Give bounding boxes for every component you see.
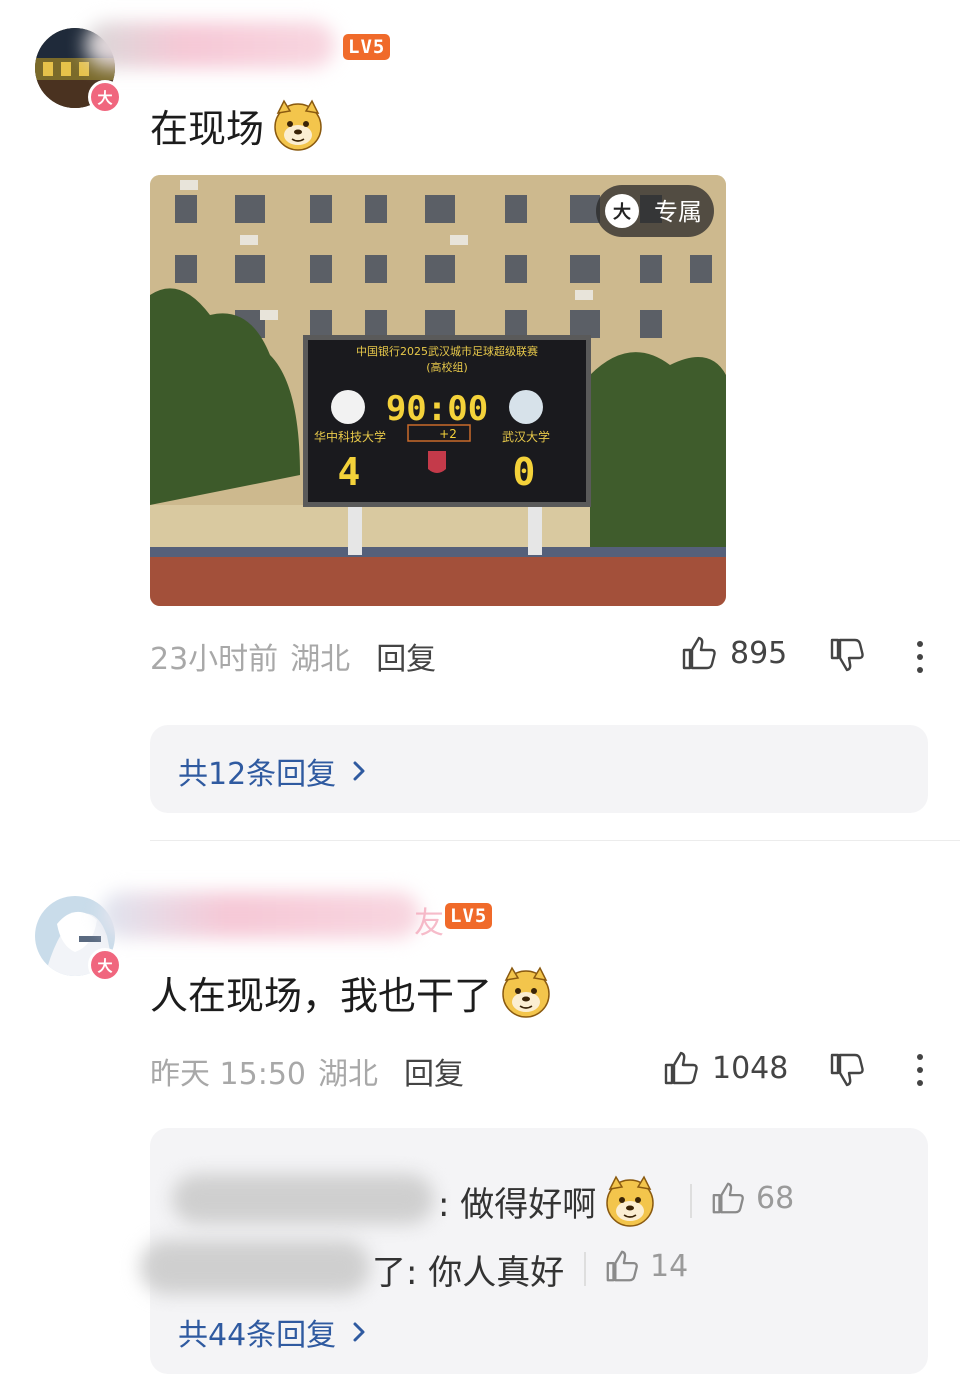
comment-image[interactable]: 中国银行2025武汉城市足球超级联赛 (高校组) 90:00 +2 华中科技大学… bbox=[150, 175, 726, 606]
thumbs-up-icon bbox=[712, 1182, 744, 1214]
comment-location: 湖北 bbox=[290, 642, 351, 677]
thumbs-up-icon bbox=[682, 636, 716, 670]
like-button[interactable]: 895 bbox=[680, 634, 787, 672]
view-replies-link[interactable]: 共44条回复 bbox=[178, 1310, 370, 1354]
sub-reply[interactable]: : 做得好啊 bbox=[438, 1175, 656, 1227]
more-options-icon[interactable] bbox=[914, 1053, 926, 1091]
sub-reply-text: 了: 你人真好 bbox=[372, 1252, 565, 1293]
sub-reply-like-count: 68 bbox=[756, 1180, 795, 1216]
doge-emoji-icon bbox=[606, 1175, 655, 1227]
home-team-logo-icon bbox=[331, 390, 365, 424]
username-blurred[interactable] bbox=[100, 892, 420, 938]
sub-reply-username-blurred[interactable] bbox=[140, 1240, 370, 1294]
like-button[interactable]: 1048 bbox=[662, 1049, 788, 1087]
league-logo-icon bbox=[428, 451, 446, 473]
away-team-logo-icon bbox=[509, 390, 543, 424]
sub-reply-like-button[interactable]: 68 bbox=[710, 1180, 794, 1216]
chevron-right-icon bbox=[353, 761, 365, 781]
level-badge: LV5 bbox=[343, 34, 391, 60]
username-fragment: 友 bbox=[414, 906, 444, 941]
like-count: 895 bbox=[730, 635, 788, 671]
scoreboard-title: 中国银行2025武汉城市足球超级联赛 bbox=[356, 344, 538, 358]
sub-reply[interactable]: 了: 你人真好 bbox=[372, 1244, 564, 1294]
match-clock: 90:00 bbox=[386, 389, 488, 429]
added-time: +2 bbox=[439, 427, 457, 441]
home-score: 4 bbox=[338, 450, 361, 494]
comment-text: 在现场 bbox=[150, 95, 324, 155]
username-blurred[interactable] bbox=[85, 22, 335, 68]
comment-divider bbox=[150, 840, 960, 841]
comment-location: 湖北 bbox=[318, 1057, 378, 1092]
thumbs-up-icon bbox=[606, 1250, 638, 1282]
verified-badge-icon: 大 bbox=[88, 948, 122, 982]
thumbs-up-icon bbox=[664, 1051, 698, 1085]
scoreboard-subtitle: (高校组) bbox=[426, 360, 468, 374]
thumbs-down-icon bbox=[830, 1053, 864, 1087]
more-options-icon[interactable] bbox=[914, 640, 926, 678]
reply-button[interactable]: 回复 bbox=[376, 634, 436, 678]
exclusive-icon: 大 bbox=[613, 201, 631, 223]
replies-panel: : 做得好啊 68 了: 你人真好 14 共44条回复 bbox=[140, 1128, 928, 1374]
comment-meta: 昨天 15:50 湖北 回复 bbox=[150, 1049, 464, 1093]
verified-badge-icon: 大 bbox=[88, 80, 122, 114]
chevron-right-icon bbox=[353, 1322, 365, 1342]
comment-text: 人在现场，我也干了 bbox=[150, 962, 552, 1022]
sub-reply-separator bbox=[584, 1252, 586, 1286]
sub-reply-username-blurred[interactable] bbox=[172, 1174, 434, 1224]
reply-button[interactable]: 回复 bbox=[404, 1049, 464, 1093]
doge-emoji-icon bbox=[502, 966, 550, 1018]
sub-reply-separator bbox=[690, 1184, 692, 1218]
dislike-button[interactable] bbox=[828, 1051, 866, 1093]
sub-reply-like-count: 14 bbox=[650, 1248, 689, 1284]
sub-reply-like-button[interactable]: 14 bbox=[604, 1248, 688, 1284]
replies-panel: 共12条回复 bbox=[150, 725, 928, 813]
level-badge: LV5 bbox=[445, 903, 493, 929]
exclusive-badge: 专属 bbox=[654, 198, 702, 226]
comment-meta: 23小时前 湖北 回复 bbox=[150, 634, 436, 678]
like-count: 1048 bbox=[712, 1050, 789, 1086]
dislike-button[interactable] bbox=[828, 636, 866, 678]
comment-time: 23小时前 bbox=[150, 642, 279, 677]
thumbs-down-icon bbox=[830, 638, 864, 672]
comment-time: 昨天 15:50 bbox=[150, 1057, 306, 1092]
away-team-name: 武汉大学 bbox=[502, 429, 550, 444]
sub-reply-text: : 做得好啊 bbox=[438, 1184, 597, 1225]
home-team-name: 华中科技大学 bbox=[314, 429, 386, 444]
view-replies-link[interactable]: 共12条回复 bbox=[178, 749, 370, 793]
doge-emoji-icon bbox=[274, 99, 322, 151]
away-score: 0 bbox=[513, 450, 536, 494]
